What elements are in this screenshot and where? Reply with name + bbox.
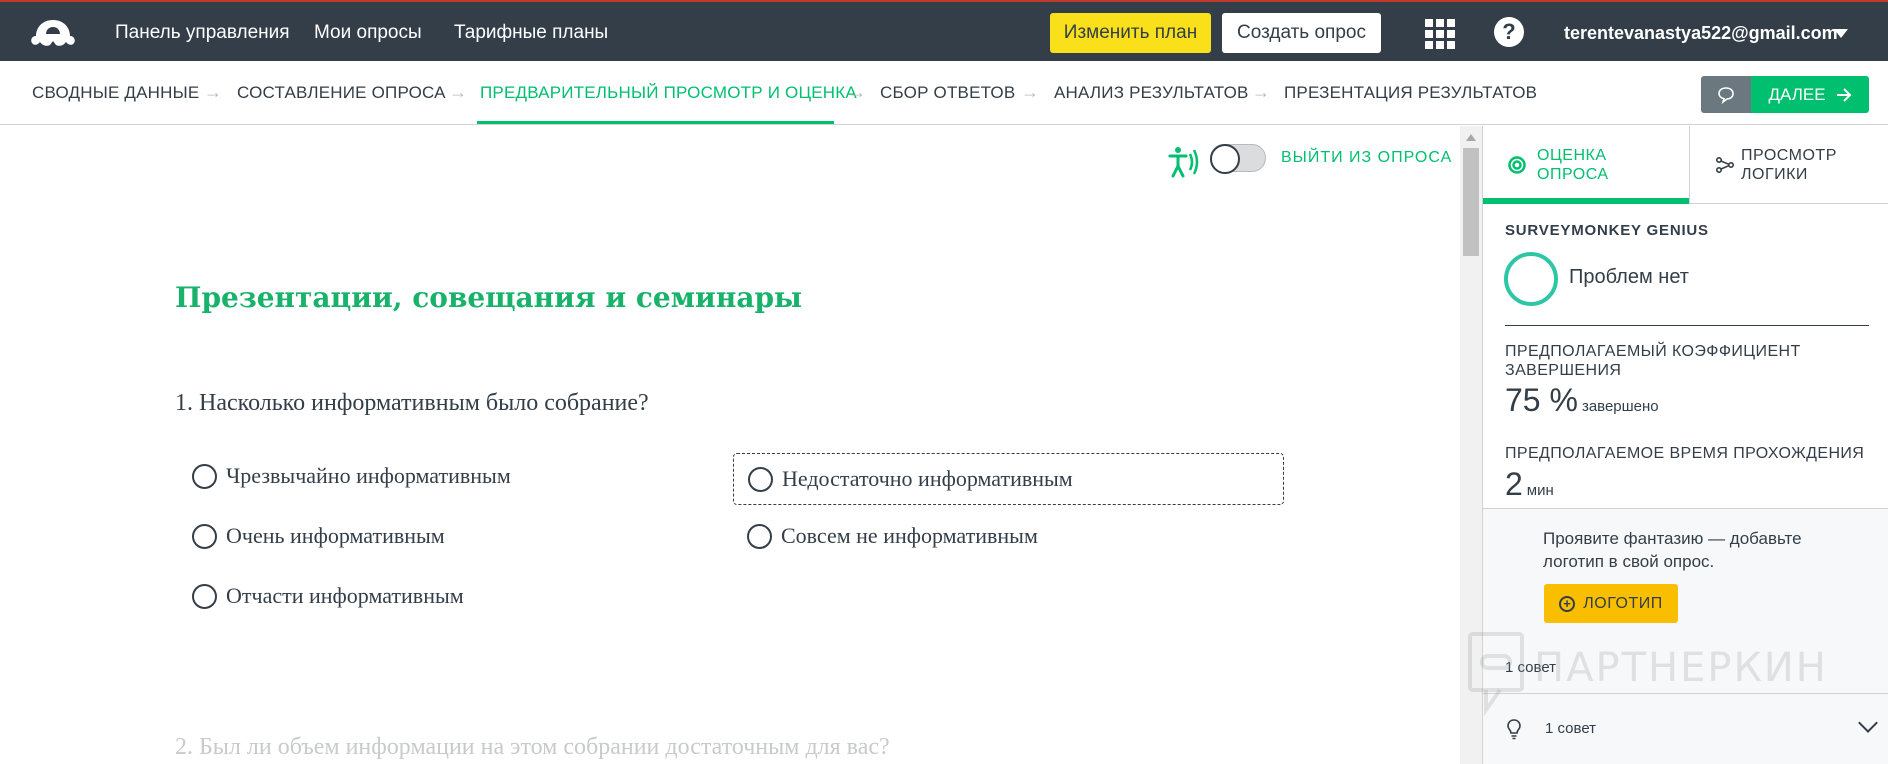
completion-time-value: 2 мин bbox=[1505, 466, 1554, 503]
active-step-indicator bbox=[477, 121, 834, 124]
answer-option-label: Чрезвычайно информативным bbox=[226, 463, 511, 488]
scroll-up-arrow-icon[interactable] bbox=[1466, 134, 1476, 141]
tab-score-line-1: ОЦЕНКА bbox=[1537, 147, 1607, 164]
next-button[interactable]: ДАЛЕЕ bbox=[1751, 76, 1869, 113]
tab-logic-view[interactable]: ПРОСМОТР ЛОГИКИ bbox=[1715, 126, 1888, 204]
radio-button[interactable] bbox=[748, 466, 773, 492]
genius-status-text: Проблем нет bbox=[1569, 266, 1689, 288]
score-ring-icon bbox=[1508, 156, 1526, 174]
surveymonkey-logo-icon[interactable] bbox=[28, 14, 78, 50]
step-collect-responses[interactable]: СБОР ОТВЕТОВ bbox=[880, 83, 1015, 103]
step-present-results[interactable]: ПРЕЗЕНТАЦИЯ РЕЗУЛЬТАТОВ bbox=[1284, 83, 1537, 103]
genius-status-ring-icon bbox=[1504, 252, 1558, 306]
nav-dashboard[interactable]: Панель управления bbox=[115, 22, 290, 44]
add-logo-button[interactable]: + ЛОГОТИП bbox=[1544, 584, 1678, 623]
tips-accordion[interactable]: 1 совет bbox=[1483, 693, 1888, 763]
accessibility-icon[interactable] bbox=[1166, 144, 1202, 180]
toggle-knob bbox=[1210, 144, 1240, 174]
arrow-right-icon: → bbox=[1252, 82, 1270, 102]
answer-option[interactable]: Чрезвычайно информативным bbox=[190, 450, 730, 502]
exit-survey-link[interactable]: ВЫЙТИ ИЗ ОПРОСА bbox=[1281, 149, 1452, 167]
tips-accordion-label: 1 совет bbox=[1545, 720, 1597, 737]
genius-heading: SURVEYMONKEY GENIUS bbox=[1505, 222, 1709, 239]
logo-promo-text: Проявите фантазию — добавьте логотип в с… bbox=[1543, 529, 1802, 571]
tab-logic-line-1: ПРОСМОТР bbox=[1741, 147, 1837, 164]
answer-option-label: Отчасти информативным bbox=[226, 583, 464, 608]
logo-promo-box: Проявите фантазию — добавьте логотип в с… bbox=[1483, 508, 1888, 764]
completion-time-number: 2 bbox=[1505, 466, 1523, 502]
completion-time-label: ПРЕДПОЛАГАЕМОЕ ВРЕМЯ ПРОХОЖДЕНИЯ bbox=[1505, 445, 1865, 462]
answer-option[interactable]: Недостаточно информативным bbox=[733, 453, 1284, 505]
chevron-down-icon[interactable] bbox=[1858, 713, 1878, 733]
step-analyze-results[interactable]: АНАЛИЗ РЕЗУЛЬТАТОВ bbox=[1054, 83, 1249, 103]
answer-option-label: Недостаточно информативным bbox=[782, 466, 1073, 491]
completion-time-unit: мин bbox=[1526, 482, 1554, 499]
lightbulb-icon bbox=[1507, 719, 1521, 740]
radio-button[interactable] bbox=[192, 523, 217, 549]
arrow-right-icon: → bbox=[204, 82, 222, 102]
question-1-text: 1. Насколько информативным было собрание… bbox=[175, 390, 649, 416]
tab-divider bbox=[1689, 126, 1690, 204]
add-logo-button-label: ЛОГОТИП bbox=[1583, 594, 1663, 612]
tips-count: 1 совет bbox=[1505, 659, 1557, 676]
create-survey-button[interactable]: Создать опрос bbox=[1222, 13, 1381, 53]
completion-rate-unit: завершено bbox=[1581, 398, 1659, 415]
scroll-thumb[interactable] bbox=[1463, 148, 1479, 256]
survey-scrollbar[interactable] bbox=[1460, 126, 1482, 764]
next-button-label: ДАЛЕЕ bbox=[1768, 84, 1826, 104]
comment-icon bbox=[1718, 86, 1734, 104]
radio-button[interactable] bbox=[747, 523, 772, 549]
question-2-text: 2. Был ли объем информации на этом собра… bbox=[175, 734, 890, 760]
arrow-right-icon: → bbox=[1021, 82, 1039, 102]
nav-my-surveys[interactable]: Мои опросы bbox=[314, 22, 422, 44]
answer-option[interactable]: Отчасти информативным bbox=[190, 570, 730, 622]
tab-logic-line-2: ЛОГИКИ bbox=[1741, 166, 1808, 183]
step-summary[interactable]: СВОДНЫЕ ДАННЫЕ bbox=[32, 83, 199, 103]
active-tab-indicator bbox=[1483, 198, 1689, 204]
workflow-steps-bar: СВОДНЫЕ ДАННЫЕ → СОСТАВЛЕНИЕ ОПРОСА → ПР… bbox=[0, 61, 1888, 125]
logic-branch-icon bbox=[1715, 156, 1735, 174]
right-side-panel: ОЦЕНКА ОПРОСА ПРОСМОТР ЛОГИКИ SURVEYMONK… bbox=[1482, 126, 1888, 764]
accessibility-toggle[interactable] bbox=[1210, 144, 1266, 174]
tab-survey-score[interactable]: ОЦЕНКА ОПРОСА bbox=[1507, 126, 1689, 204]
user-account-menu[interactable]: terentevanastya522@gmail.com bbox=[1564, 23, 1838, 44]
completion-rate-number: 75 % bbox=[1505, 382, 1578, 418]
radio-button[interactable] bbox=[192, 463, 217, 489]
answer-option-label: Очень информативным bbox=[226, 523, 445, 548]
divider bbox=[1505, 325, 1869, 326]
step-design-survey[interactable]: СОСТАВЛЕНИЕ ОПРОСА bbox=[237, 83, 446, 103]
answer-option-label: Совсем не информативным bbox=[781, 523, 1038, 548]
caret-down-icon[interactable] bbox=[1834, 29, 1848, 38]
top-navigation-bar: Панель управления Мои опросы Тарифные пл… bbox=[0, 0, 1888, 61]
completion-rate-value: 75 % завершено bbox=[1505, 382, 1659, 419]
arrow-right-icon: → bbox=[449, 82, 467, 102]
feedback-button[interactable] bbox=[1701, 76, 1751, 113]
help-icon[interactable]: ? bbox=[1494, 17, 1524, 47]
upgrade-plan-button[interactable]: Изменить план bbox=[1050, 13, 1211, 53]
nav-plans[interactable]: Тарифные планы bbox=[454, 22, 608, 44]
radio-button[interactable] bbox=[192, 583, 217, 609]
survey-title: Презентации, совещания и семинары bbox=[175, 281, 803, 314]
apps-grid-icon[interactable] bbox=[1425, 19, 1455, 49]
completion-rate-label: ПРЕДПОЛАГАЕМЫЙ КОЭФФИЦИЕНТ ЗАВЕРШЕНИЯ bbox=[1505, 343, 1801, 379]
survey-preview-area: ВЫЙТИ ИЗ ОПРОСА Презентации, совещания и… bbox=[0, 126, 1460, 764]
step-preview-score[interactable]: ПРЕДВАРИТЕЛЬНЫЙ ПРОСМОТР И ОЦЕНКА bbox=[480, 83, 857, 103]
arrow-right-icon bbox=[1836, 87, 1851, 102]
arrow-right-icon: → bbox=[848, 82, 866, 102]
tab-score-line-2: ОПРОСА bbox=[1537, 166, 1609, 183]
answer-option[interactable]: Совсем не информативным bbox=[733, 510, 1284, 562]
plus-circle-icon: + bbox=[1559, 595, 1576, 612]
answer-option[interactable]: Очень информативным bbox=[190, 510, 730, 562]
